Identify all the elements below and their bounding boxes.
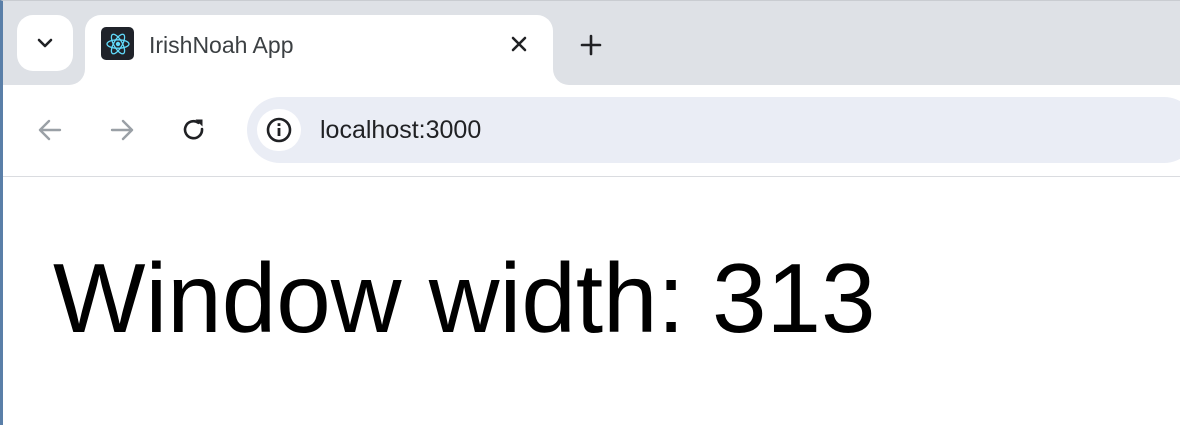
browser-toolbar: localhost:3000	[3, 85, 1180, 177]
close-tab-button[interactable]	[503, 28, 535, 60]
window-width-heading: Window width: 313	[53, 243, 876, 353]
site-info-button[interactable]	[257, 109, 301, 151]
plus-icon	[580, 34, 602, 56]
close-icon	[511, 36, 527, 52]
active-tab[interactable]: IrishNoah App	[85, 15, 553, 85]
info-icon	[266, 117, 292, 143]
forward-button[interactable]	[101, 109, 143, 151]
reload-button[interactable]	[173, 109, 215, 151]
address-bar[interactable]: localhost:3000	[247, 97, 1180, 163]
tab-title: IrishNoah App	[149, 32, 294, 58]
page-content: Window width: 313	[3, 178, 1180, 425]
reload-icon	[183, 119, 204, 140]
arrow-right-icon	[110, 119, 134, 141]
browser-window: IrishNoah App localhost:3000 Window widt…	[0, 0, 1180, 425]
new-tab-button[interactable]	[573, 27, 609, 63]
tab-strip: IrishNoah App	[3, 1, 1180, 85]
tab-search-button[interactable]	[17, 15, 73, 71]
react-logo-icon	[101, 27, 134, 60]
back-button[interactable]	[29, 109, 71, 151]
chevron-down-icon	[37, 38, 53, 48]
url-text[interactable]: localhost:3000	[320, 116, 481, 145]
arrow-left-icon	[38, 119, 62, 141]
